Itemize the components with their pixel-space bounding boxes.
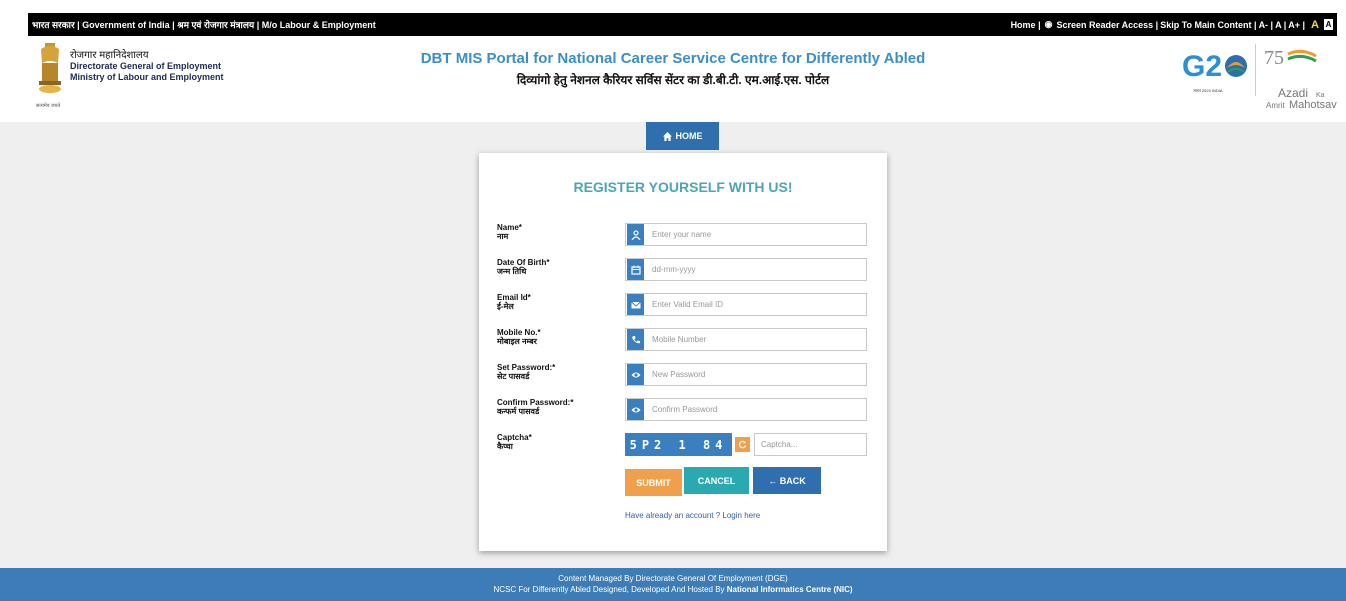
- font-increase-button[interactable]: A+ |: [1288, 20, 1305, 30]
- calendar-icon: [627, 259, 644, 280]
- password-field: [625, 363, 867, 386]
- confirm-password-label-hi: कन्फर्म पासवर्ड: [497, 407, 540, 416]
- azadi-amrit: Amrit: [1266, 101, 1285, 110]
- svg-text:G2: G2: [1182, 50, 1222, 83]
- g20-logo-icon: G2: [1182, 50, 1247, 83]
- accessibility-links: Home | ◉ Screen Reader Access | Skip To …: [1011, 19, 1333, 31]
- site-header: सत्यमेव जयते रोजगार महानिदेशालय Director…: [0, 36, 1346, 122]
- confirm-password-label: Confirm Password:* कन्फर्म पासवर्ड: [497, 398, 573, 416]
- footer-content-managed: Content Managed By Directorate General O…: [558, 574, 788, 583]
- mobile-input[interactable]: [652, 335, 852, 344]
- refresh-captcha-icon[interactable]: [735, 437, 750, 452]
- home-button[interactable]: HOME: [646, 122, 719, 150]
- email-label-en: Email Id*: [497, 293, 531, 302]
- portal-title-en: DBT MIS Portal for National Career Servi…: [420, 50, 926, 67]
- email-label: Email Id* ई-मेल: [497, 293, 531, 311]
- name-label: Name* नाम: [497, 223, 522, 241]
- name-label-en: Name*: [497, 223, 522, 232]
- email-input[interactable]: [652, 300, 852, 309]
- svg-text:75: 75: [1264, 47, 1284, 69]
- captcha-field: [754, 433, 871, 456]
- logo-divider: [1255, 44, 1256, 96]
- dob-input[interactable]: [652, 265, 852, 274]
- password-label: Set Password:* सेट पासवर्ड: [497, 363, 555, 381]
- nic-link[interactable]: National Informatics Centre (NIC): [727, 585, 853, 594]
- captcha-image: 5P2 1 84: [625, 433, 732, 456]
- dob-label-en: Date Of Birth*: [497, 258, 550, 267]
- login-link[interactable]: Have already an account ? Login here: [625, 511, 760, 520]
- home-link[interactable]: Home |: [1011, 20, 1041, 30]
- name-label-hi: नाम: [497, 232, 509, 241]
- portal-title-hi: दिव्यांगो हेतु नेशनल कैरियर सर्विस सेंटर…: [516, 73, 830, 87]
- user-icon: [627, 224, 644, 245]
- submit-button[interactable]: SUBMIT: [625, 469, 682, 496]
- mobile-label-hi: मोबाइल नम्बर: [497, 337, 537, 346]
- screen-reader-link[interactable]: Screen Reader Access |: [1056, 20, 1158, 30]
- emblem-caption: सत्यमेव जयते: [36, 103, 61, 109]
- name-field: [625, 223, 867, 246]
- font-normal-button[interactable]: A |: [1275, 20, 1286, 30]
- captcha-label-en: Captcha*: [497, 433, 532, 442]
- top-bar: भारत सरकार | Government of India | श्रम …: [0, 0, 1346, 36]
- cancel-button[interactable]: CANCEL: [684, 467, 749, 494]
- azadi-word: Azadi: [1278, 86, 1309, 100]
- font-decrease-button[interactable]: A- |: [1259, 20, 1274, 30]
- back-button[interactable]: ← BACK: [753, 467, 821, 494]
- home-icon: [662, 131, 672, 141]
- home-button-label: HOME: [675, 131, 703, 141]
- dob-field: [625, 258, 867, 281]
- gov-text: भारत सरकार | Government of India | श्रम …: [32, 20, 376, 30]
- password-label-en: Set Password:*: [497, 363, 556, 372]
- dob-label-hi: जन्म तिथि: [497, 267, 527, 276]
- contrast-button[interactable]: A: [1324, 19, 1333, 30]
- eye-icon[interactable]: [627, 399, 644, 420]
- theme-yellow-button[interactable]: A: [1311, 19, 1319, 31]
- confirm-password-label-en: Confirm Password:*: [497, 398, 574, 407]
- registration-card: REGISTER YOURSELF WITH US! Name* नाम Dat…: [479, 153, 887, 551]
- gov-strip: भारत सरकार | Government of India | श्रम …: [28, 13, 1337, 36]
- mobile-label: Mobile No.* मोबाइल नम्बर: [497, 328, 541, 346]
- captcha-input[interactable]: [761, 440, 871, 449]
- confirm-password-field: [625, 398, 867, 421]
- dob-label: Date Of Birth* जन्म तिथि: [497, 258, 549, 276]
- form-title: REGISTER YOURSELF WITH US!: [573, 179, 793, 195]
- captcha-label: Captcha* कैप्चा: [497, 433, 532, 451]
- footer-hosted-text: NCSC For Differently Abled Designed, Dev…: [493, 585, 727, 594]
- azadi-mahotsav: Mahotsav: [1289, 99, 1337, 111]
- email-field: [625, 293, 867, 316]
- azadi-ka: Ka: [1316, 92, 1325, 99]
- mobile-field: [625, 328, 867, 351]
- envelope-icon: [627, 294, 644, 315]
- email-label-hi: ई-मेल: [497, 302, 514, 311]
- password-input[interactable]: [652, 370, 852, 379]
- name-input[interactable]: [652, 230, 852, 239]
- skip-main-link[interactable]: Skip To Main Content |: [1160, 20, 1256, 30]
- phone-icon: [627, 329, 644, 350]
- mobile-label-en: Mobile No.*: [497, 328, 541, 337]
- confirm-password-input[interactable]: [652, 405, 852, 414]
- password-label-hi: सेट पासवर्ड: [497, 372, 530, 381]
- eye-icon[interactable]: [627, 364, 644, 385]
- screen-reader-icon: ◉: [1044, 19, 1053, 29]
- site-footer: Content Managed By Directorate General O…: [0, 568, 1346, 601]
- portal-title: DBT MIS Portal for National Career Servi…: [0, 50, 1346, 88]
- captcha-label-hi: कैप्चा: [497, 442, 513, 451]
- g20-caption: भारत 2023 INDIA: [1193, 88, 1223, 93]
- footer-hosted-by: NCSC For Differently Abled Designed, Dev…: [0, 584, 1346, 595]
